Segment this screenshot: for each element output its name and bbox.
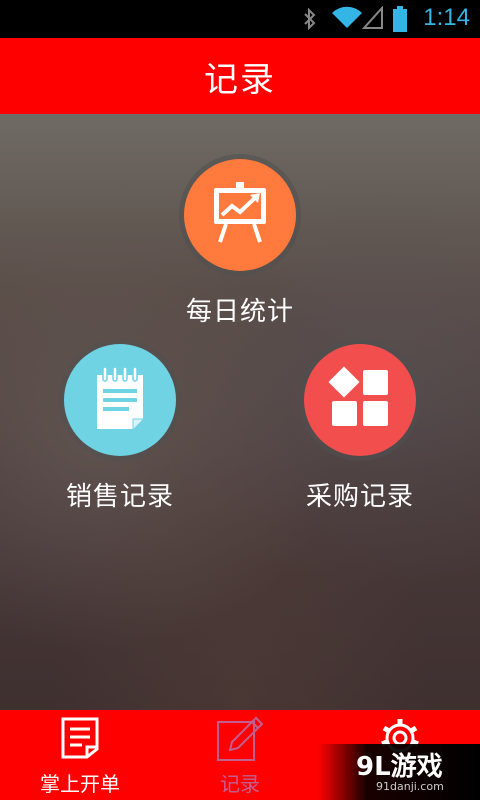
page-title: 记录 (204, 59, 276, 100)
daily-stats-label: 每日统计 (185, 297, 294, 327)
menu-area: 每日统计 销售记录 采购记录 (0, 114, 480, 710)
category-blocks-icon (328, 366, 392, 434)
sales-record-button[interactable]: 销售记录 (20, 344, 220, 513)
tab-records[interactable]: 记录 (160, 710, 320, 800)
purchase-record-label: 采购记录 (305, 482, 414, 512)
tab-records-label: 记录 (220, 772, 260, 796)
notepad-icon (95, 366, 145, 433)
bluetooth-icon (302, 7, 318, 34)
purchase-record-button[interactable]: 采购记录 (260, 344, 460, 513)
presentation-chart-icon (210, 182, 270, 248)
sales-record-circle (64, 344, 176, 456)
battery-icon (393, 6, 407, 36)
daily-stats-circle (184, 159, 296, 271)
sales-record-label: 销售记录 (65, 482, 174, 512)
tab-quick-order[interactable]: 掌上开单 (0, 710, 160, 800)
watermark-brand: 9L游戏 (356, 752, 443, 782)
purchase-record-circle (304, 344, 416, 456)
watermark: 9L游戏 91danji.com (318, 744, 480, 800)
status-bar: 1:14 (0, 0, 480, 38)
wifi-icon (330, 6, 364, 34)
document-icon (60, 716, 100, 764)
clock: 1:14 (423, 4, 470, 31)
signal-icon (361, 5, 384, 34)
daily-stats-button[interactable]: 每日统计 (140, 159, 340, 328)
watermark-site: 91danji.com (376, 780, 444, 793)
edit-icon (216, 716, 264, 766)
tab-quick-order-label: 掌上开单 (40, 772, 120, 796)
title-bar: 记录 (0, 38, 480, 114)
